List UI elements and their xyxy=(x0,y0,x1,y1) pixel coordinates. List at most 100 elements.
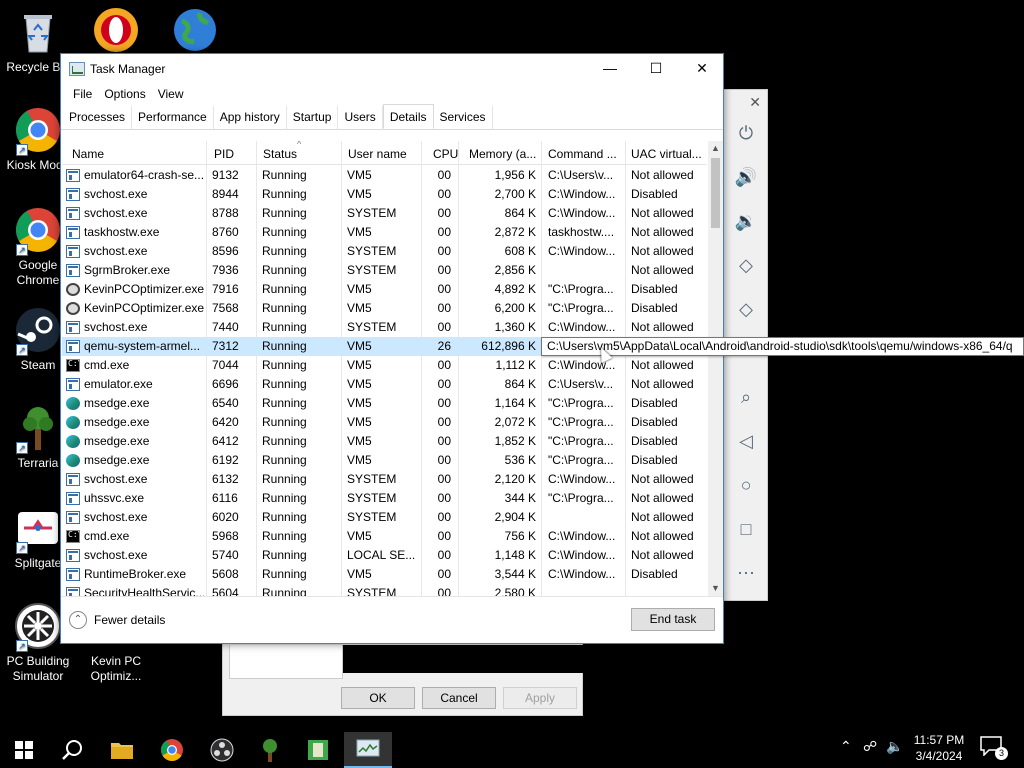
notification-center-button[interactable]: 3 xyxy=(980,736,1008,760)
zoom-icon[interactable]: ⌕ xyxy=(729,382,763,412)
emulator-close-icon[interactable]: ✕ xyxy=(749,94,761,111)
chevron-up-icon[interactable]: ⌃ xyxy=(840,738,852,755)
rotate-right-icon[interactable]: ◇ xyxy=(729,294,763,324)
overview-icon[interactable]: □ xyxy=(729,514,763,544)
close-button[interactable]: ✕ xyxy=(679,54,725,84)
cell-status: Running xyxy=(262,187,307,201)
desktop-icon-label: Splitgate xyxy=(14,556,62,570)
table-row[interactable]: KevinPCOptimizer.exe 7568 Running VM5 00 6,20… xyxy=(62,299,707,318)
scrollbar-thumb[interactable] xyxy=(711,158,720,228)
column-header-name[interactable]: Name xyxy=(72,147,104,161)
volume-muted-icon[interactable]: 🔈 xyxy=(886,738,903,755)
cell-uac-virtualization: Not allowed xyxy=(631,548,694,562)
cell-user-name: VM5 xyxy=(347,567,372,581)
cell-cpu: 00 xyxy=(437,453,451,467)
cell-uac-virtualization: Disabled xyxy=(631,567,678,581)
cell-cpu: 00 xyxy=(437,282,451,296)
column-header-cpu[interactable]: CPU xyxy=(433,147,458,161)
table-row[interactable]: taskhostw.exe 8760 Running VM5 00 2,872 K task… xyxy=(62,223,707,242)
vertical-scrollbar[interactable]: ▲ ▼ xyxy=(708,141,723,597)
cell-memory: 1,360 K xyxy=(494,320,536,334)
menu-view[interactable]: View xyxy=(152,84,190,106)
taskbar-obs[interactable] xyxy=(198,732,246,768)
cancel-button[interactable]: Cancel xyxy=(422,687,496,709)
column-header-user-name[interactable]: User name xyxy=(348,147,407,161)
cell-command-line: C:\Window... xyxy=(548,320,616,334)
tab-app-history[interactable]: App history xyxy=(214,106,287,130)
start-button[interactable] xyxy=(0,732,48,768)
column-header-memory[interactable]: Memory (a... xyxy=(469,147,536,161)
tab-details[interactable]: Details xyxy=(382,104,434,129)
cell-uac-virtualization: Disabled xyxy=(631,415,678,429)
cell-memory: 1,112 K xyxy=(495,358,536,372)
table-row[interactable]: svchost.exe 6020 Running SYSTEM 00 2,904 K Not… xyxy=(62,508,707,527)
table-row[interactable]: msedge.exe 6192 Running VM5 00 536 K "C:\Progr… xyxy=(62,451,707,470)
table-row[interactable]: msedge.exe 6540 Running VM5 00 1,164 K "C:\Pro… xyxy=(62,394,707,413)
table-row[interactable]: svchost.exe 8596 Running SYSTEM 00 608 K C:\Wi… xyxy=(62,242,707,261)
chevron-up-icon[interactable]: ⌃ xyxy=(69,611,87,629)
tab-processes[interactable]: Processes xyxy=(63,106,133,130)
maximize-button[interactable]: ☐ xyxy=(633,54,679,84)
fewer-details-link[interactable]: Fewer details xyxy=(94,613,165,627)
table-row[interactable]: svchost.exe 5740 Running LOCAL SE... 00 1,148… xyxy=(62,546,707,565)
back-icon[interactable]: ◁ xyxy=(729,426,763,456)
tab-users[interactable]: Users xyxy=(338,106,383,130)
menu-options[interactable]: Options xyxy=(98,84,151,106)
kevin-optimizer-icon xyxy=(66,302,80,315)
home-icon[interactable]: ○ xyxy=(729,470,763,500)
more-icon[interactable]: ⋯ xyxy=(729,558,763,588)
scroll-up-icon[interactable]: ▲ xyxy=(708,143,723,153)
table-row[interactable]: RuntimeBroker.exe 5608 Running VM5 00 3,544 K… xyxy=(62,565,707,584)
table-row[interactable]: KevinPCOptimizer.exe 7916 Running VM5 00 4,89… xyxy=(62,280,707,299)
cell-memory: 2,904 K xyxy=(494,510,536,524)
volume-down-icon[interactable]: 🔉 xyxy=(729,206,763,236)
scroll-down-icon[interactable]: ▼ xyxy=(708,583,723,593)
clock[interactable]: 11:57 PM 3/4/2024 xyxy=(903,732,975,764)
cell-uac-virtualization: Disabled xyxy=(631,187,678,201)
column-header-uac[interactable]: UAC virtual... xyxy=(631,147,702,161)
cell-pid: 5608 xyxy=(212,567,239,581)
table-row[interactable]: svchost.exe 6132 Running SYSTEM 00 2,120 K C:\… xyxy=(62,470,707,489)
taskbar-task-manager[interactable] xyxy=(344,732,392,768)
edge-icon xyxy=(66,397,80,410)
table-row[interactable]: svchost.exe 8944 Running VM5 00 2,700 K C:\Win… xyxy=(62,185,707,204)
table-row[interactable]: emulator.exe 6696 Running VM5 00 864 K C:\User… xyxy=(62,375,707,394)
table-row[interactable]: emulator64-crash-se... 9132 Running VM5 00 1,… xyxy=(62,166,707,185)
table-row[interactable]: cmd.exe 5968 Running VM5 00 756 K C:\Window...… xyxy=(62,527,707,546)
cell-name: msedge.exe xyxy=(84,453,150,467)
shortcut-globe-icon[interactable] xyxy=(172,7,218,53)
table-row[interactable]: svchost.exe 7440 Running SYSTEM 00 1,360 K C:\… xyxy=(62,318,707,337)
cell-status: Running xyxy=(262,472,307,486)
network-icon[interactable]: ☍ xyxy=(863,738,877,755)
end-task-button[interactable]: End task xyxy=(631,608,715,631)
rotate-left-icon[interactable]: ◇ xyxy=(729,250,763,280)
taskbar-chrome[interactable] xyxy=(148,732,196,768)
tab-services[interactable]: Services xyxy=(434,106,493,130)
power-icon[interactable]: ⏻ xyxy=(729,118,763,148)
table-row[interactable]: msedge.exe 6420 Running VM5 00 2,072 K "C:\Pro… xyxy=(62,413,707,432)
title-bar[interactable]: Task Manager — ☐ ✕ xyxy=(61,54,723,84)
table-row[interactable]: msedge.exe 6412 Running VM5 00 1,852 K "C:\Pro… xyxy=(62,432,707,451)
table-row[interactable]: uhssvc.exe 6116 Running SYSTEM 00 344 K "C:\Pr… xyxy=(62,489,707,508)
table-row[interactable]: svchost.exe 8788 Running SYSTEM 00 864 K C:\Wi… xyxy=(62,204,707,223)
process-window-icon xyxy=(66,245,80,258)
shortcut-opera-icon[interactable] xyxy=(92,7,140,53)
taskbar-app[interactable] xyxy=(294,732,342,768)
tab-performance[interactable]: Performance xyxy=(132,106,214,130)
column-header-pid[interactable]: PID xyxy=(214,147,234,161)
table-row[interactable]: cmd.exe 7044 Running VM5 00 1,112 K C:\Window.… xyxy=(62,356,707,375)
process-window-icon xyxy=(66,549,80,562)
ok-button[interactable]: OK xyxy=(341,687,415,709)
menu-file[interactable]: File xyxy=(67,84,98,106)
column-header-command[interactable]: Command ... xyxy=(548,147,617,161)
taskbar-file-explorer[interactable] xyxy=(98,732,146,768)
column-header-status[interactable]: Status xyxy=(263,147,297,161)
volume-up-icon[interactable]: 🔊 xyxy=(729,162,763,192)
tab-startup[interactable]: Startup xyxy=(287,106,339,130)
table-row[interactable]: SgrmBroker.exe 7936 Running SYSTEM 00 2,856 K… xyxy=(62,261,707,280)
cell-name: svchost.exe xyxy=(84,244,148,258)
minimize-button[interactable]: — xyxy=(587,54,633,84)
cell-status: Running xyxy=(262,263,307,277)
search-button[interactable] xyxy=(48,732,96,768)
taskbar-terraria[interactable] xyxy=(246,732,294,768)
